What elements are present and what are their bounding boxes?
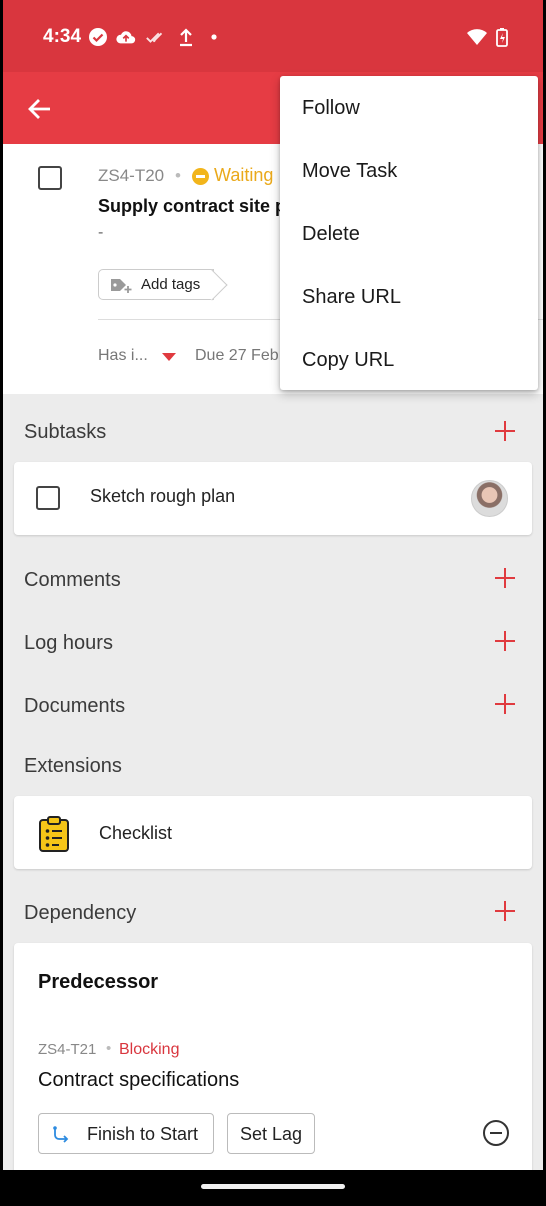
predecessor-name[interactable]: Contract specifications [38, 1069, 239, 1092]
tag-add-icon [111, 279, 132, 293]
due-date[interactable]: Due 27 Feb [195, 347, 279, 365]
task-status[interactable]: Waiting [214, 165, 273, 186]
cloud-upload-icon [116, 31, 136, 44]
set-lag-label: Set Lag [240, 1124, 303, 1144]
dependency-type-button[interactable]: Finish to Start [38, 1113, 214, 1154]
caret-down-icon[interactable] [162, 353, 176, 361]
dependency-type-label: Finish to Start [87, 1124, 199, 1144]
dot-icon [211, 34, 217, 40]
arrow-left-icon[interactable] [23, 92, 57, 126]
subtask-label: Sketch rough plan [90, 486, 236, 506]
add-comment-plus-icon[interactable] [493, 566, 517, 590]
assignee-avatar[interactable] [471, 480, 508, 517]
status-bar: 4:34 [3, 0, 543, 72]
battery-charging-icon [496, 28, 508, 47]
menu-item-delete[interactable]: Delete [302, 223, 360, 246]
predecessor-heading: Predecessor [38, 971, 159, 993]
task-description[interactable]: - [98, 224, 103, 242]
set-lag-button[interactable]: Set Lag [227, 1113, 315, 1154]
wifi-icon [467, 29, 487, 45]
add-tags-label: Add tags [141, 276, 201, 293]
predecessor-status: Blocking [119, 1041, 180, 1058]
upload-icon [180, 28, 192, 47]
task-id: ZS4-T20 [98, 166, 165, 185]
add-subtask-plus-icon[interactable] [493, 419, 517, 443]
add-log-hours-plus-icon[interactable] [493, 629, 517, 653]
predecessor-id: ZS4-T21 [38, 1041, 97, 1058]
add-dependency-plus-icon[interactable] [493, 899, 517, 923]
section-comments: Comments [24, 569, 121, 591]
status-time: 4:34 [43, 26, 82, 47]
remove-circle-icon[interactable] [483, 1120, 509, 1146]
extension-label: Checklist [99, 823, 173, 843]
relation-dropdown[interactable]: Has i... [98, 347, 148, 365]
check-circle-icon [89, 28, 107, 46]
subtask-list-item[interactable]: Sketch rough plan [14, 462, 532, 535]
waiting-status-icon [192, 168, 209, 185]
extension-list-item[interactable]: Checklist [14, 796, 532, 869]
task-title[interactable]: Supply contract site p [98, 196, 286, 217]
menu-item-move-task[interactable]: Move Task [302, 160, 397, 183]
separator-dot: • [106, 1040, 112, 1057]
section-subtasks: Subtasks [24, 421, 107, 443]
task-detail-screen: 4:34 ZS4-T20 • Waiting Supply contract s… [3, 0, 543, 1206]
double-check-icon [146, 32, 163, 43]
separator-dot: • [175, 166, 181, 185]
section-documents: Documents [24, 695, 126, 717]
add-tags-button[interactable]: Add tags [98, 269, 214, 300]
menu-item-follow[interactable]: Follow [302, 97, 360, 120]
overflow-menu: Follow Move Task Delete Share URL Copy U… [280, 76, 538, 390]
add-document-plus-icon[interactable] [493, 692, 517, 716]
section-log-hours: Log hours [24, 632, 113, 654]
section-extensions: Extensions [24, 755, 122, 777]
task-complete-checkbox[interactable] [38, 166, 62, 190]
clipboard-checklist-icon [39, 816, 69, 852]
menu-item-share-url[interactable]: Share URL [302, 286, 401, 309]
subtask-checkbox[interactable] [36, 486, 60, 510]
section-dependency: Dependency [24, 902, 137, 924]
home-gesture-handle[interactable] [201, 1184, 345, 1189]
finish-to-start-icon [53, 1126, 69, 1143]
system-navigation-bar [3, 1170, 543, 1206]
menu-item-copy-url[interactable]: Copy URL [302, 349, 394, 372]
predecessor-card: Predecessor ZS4-T21 • Blocking Contract … [14, 943, 532, 1183]
